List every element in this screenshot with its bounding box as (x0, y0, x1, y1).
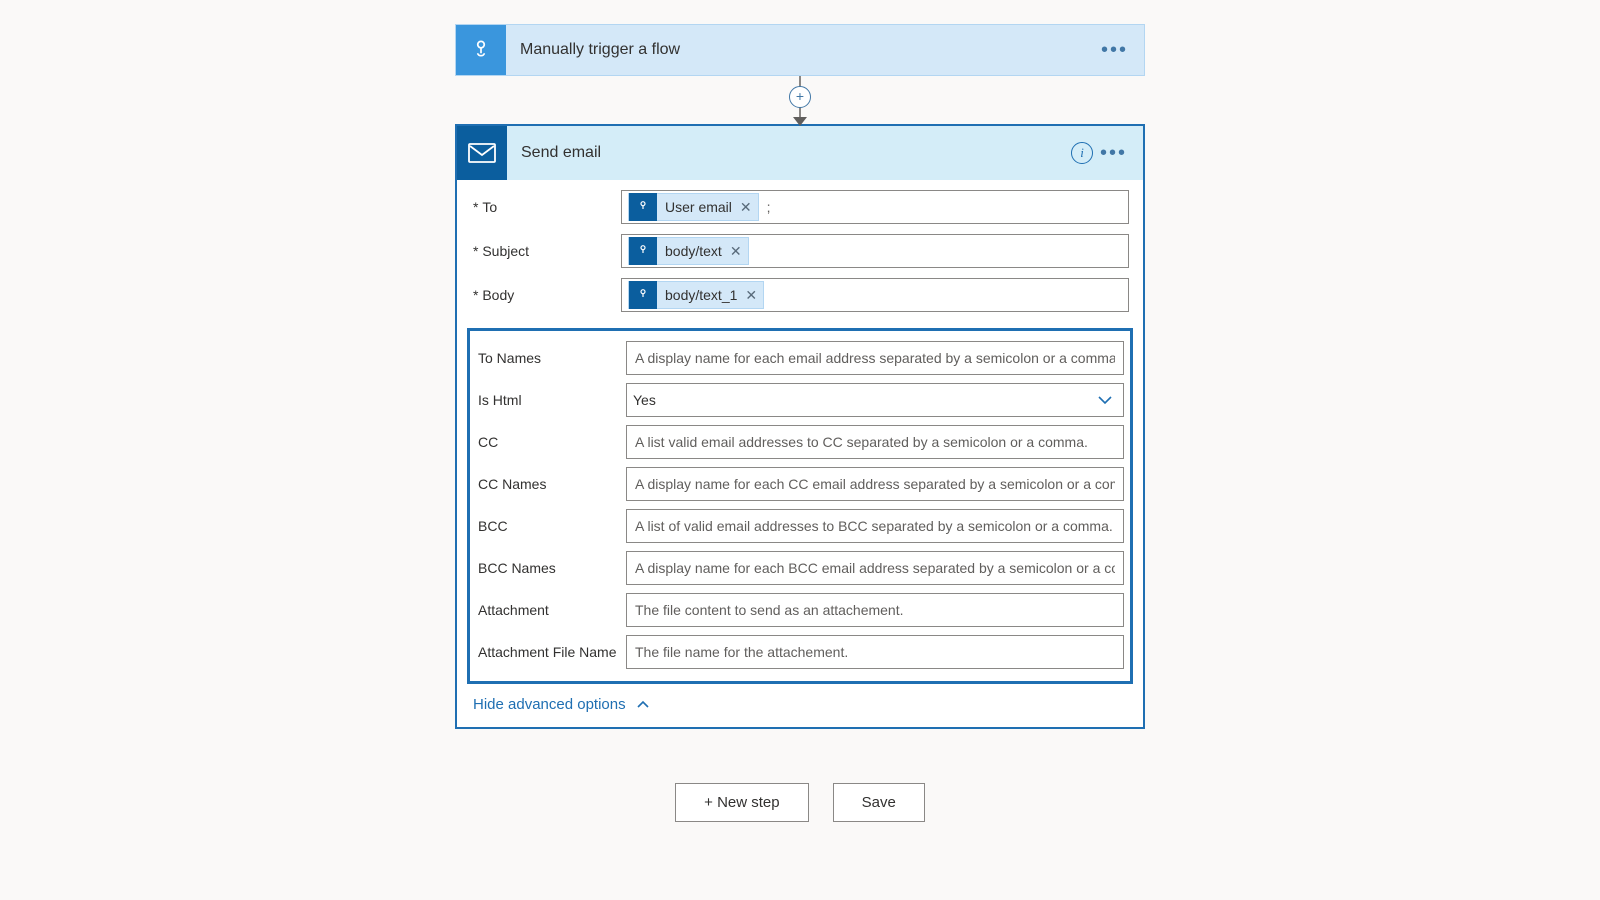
textbox[interactable] (633, 433, 1117, 451)
textbox[interactable] (633, 643, 1117, 661)
label-attachment: Attachment (476, 602, 626, 618)
input-bcc[interactable] (626, 509, 1124, 543)
field-cc-names: CC Names (476, 467, 1124, 501)
textbox[interactable] (633, 601, 1117, 619)
hide-advanced-label: Hide advanced options (473, 696, 626, 713)
new-step-button[interactable]: + New step (675, 783, 808, 822)
info-icon[interactable]: i (1071, 142, 1093, 164)
field-attachment-file-name: Attachment File Name (476, 635, 1124, 669)
trigger-more-menu[interactable]: ••• (1095, 36, 1134, 64)
label-subject: Subject (471, 243, 621, 259)
action-header[interactable]: Send email i ••• (457, 126, 1143, 180)
input-bcc-names[interactable] (626, 551, 1124, 585)
input-cc-names[interactable] (626, 467, 1124, 501)
label-to: To (471, 199, 621, 215)
textbox[interactable] (633, 517, 1117, 535)
field-to: To User email ✕ ; (471, 190, 1129, 224)
label-bcc-names: BCC Names (476, 560, 626, 576)
trigger-card[interactable]: Manually trigger a flow ••• (455, 24, 1145, 76)
label-attachment-file-name: Attachment File Name (476, 644, 626, 660)
mail-icon (457, 126, 507, 180)
token-body-text[interactable]: body/text ✕ (628, 237, 749, 265)
field-bcc: BCC (476, 509, 1124, 543)
footer-buttons: + New step Save (675, 783, 925, 822)
token-label: body/text (657, 243, 730, 259)
hide-advanced-options[interactable]: Hide advanced options (457, 684, 1143, 727)
trail-text: ; (767, 199, 771, 215)
field-body: Body body/text_1 ✕ (471, 278, 1129, 312)
field-to-names: To Names (476, 341, 1124, 375)
token-user-email[interactable]: User email ✕ (628, 193, 759, 221)
select-value: Yes (633, 392, 656, 408)
field-bcc-names: BCC Names (476, 551, 1124, 585)
label-body: Body (471, 287, 621, 303)
add-step-plus-icon[interactable]: + (789, 86, 811, 108)
token-remove-icon[interactable]: ✕ (740, 199, 758, 216)
token-label: body/text_1 (657, 287, 745, 303)
field-attachment: Attachment (476, 593, 1124, 627)
input-body[interactable]: body/text_1 ✕ (621, 278, 1129, 312)
arrow-down-icon (793, 117, 807, 126)
input-to[interactable]: User email ✕ ; (621, 190, 1129, 224)
advanced-options-group: To Names Is Html Yes CC (467, 328, 1133, 684)
label-bcc: BCC (476, 518, 626, 534)
label-is-html: Is Html (476, 392, 626, 408)
field-subject: Subject body/text ✕ (471, 234, 1129, 268)
touch-icon (629, 237, 657, 265)
trigger-touch-icon (456, 25, 506, 75)
action-more-menu[interactable]: ••• (1094, 139, 1133, 167)
textbox[interactable] (633, 475, 1117, 493)
input-subject[interactable]: body/text ✕ (621, 234, 1129, 268)
token-remove-icon[interactable]: ✕ (745, 287, 763, 304)
chevron-down-icon (1097, 392, 1113, 408)
input-attachment-file-name[interactable] (626, 635, 1124, 669)
action-card: Send email i ••• To User email ✕ ; (455, 124, 1145, 729)
trigger-title: Manually trigger a flow (520, 41, 680, 59)
token-remove-icon[interactable]: ✕ (730, 243, 748, 260)
touch-icon (629, 281, 657, 309)
field-is-html: Is Html Yes (476, 383, 1124, 417)
textbox[interactable] (633, 349, 1117, 367)
textbox[interactable] (633, 559, 1117, 577)
input-to-names[interactable] (626, 341, 1124, 375)
label-to-names: To Names (476, 350, 626, 366)
save-button[interactable]: Save (833, 783, 925, 822)
input-cc[interactable] (626, 425, 1124, 459)
label-cc-names: CC Names (476, 476, 626, 492)
chevron-up-icon (636, 696, 650, 713)
connector: + (780, 76, 820, 124)
touch-icon (629, 193, 657, 221)
field-cc: CC (476, 425, 1124, 459)
token-label: User email (657, 199, 740, 215)
label-cc: CC (476, 434, 626, 450)
token-body-text-1[interactable]: body/text_1 ✕ (628, 281, 764, 309)
action-title: Send email (521, 144, 601, 162)
input-attachment[interactable] (626, 593, 1124, 627)
select-is-html[interactable]: Yes (626, 383, 1124, 417)
